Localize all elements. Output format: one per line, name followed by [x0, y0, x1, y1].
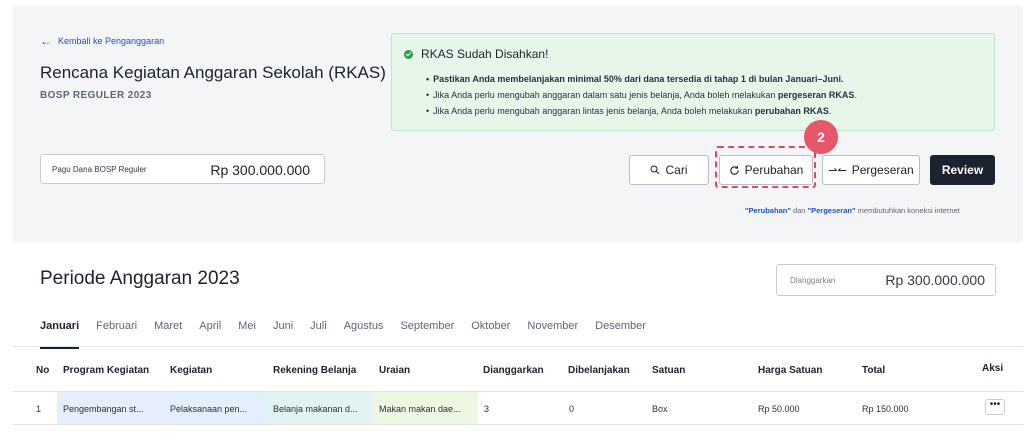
check-circle-icon [404, 49, 413, 59]
periode-title: Periode Anggaran 2023 [40, 268, 240, 289]
tab-agustus[interactable]: Agustus [344, 320, 384, 346]
cell-dibelanjakan: 0 [569, 404, 575, 414]
tab-juli[interactable]: Juli [310, 320, 327, 346]
header-program: Program Kegiatan [63, 365, 150, 376]
cell-no: 1 [36, 404, 42, 414]
tab-oktober[interactable]: Oktober [471, 320, 510, 346]
alert-item: Pastikan Anda membelanjakan minimal 50% … [426, 71, 857, 87]
tab-november[interactable]: November [527, 320, 578, 346]
pagu-value: Rp 300.000.000 [210, 162, 310, 178]
tab-maret[interactable]: Maret [154, 320, 182, 346]
alert-keyword: pergeseran RKAS [777, 90, 855, 100]
month-tabs: Januari Februari Maret April Mei Juni Ju… [40, 320, 663, 349]
row-actions-button[interactable]: ••• [985, 399, 1005, 415]
tab-april[interactable]: April [199, 320, 221, 346]
pagu-dana-box: Pagu Dana BOSP Reguler Rp 300.000.000 [40, 154, 325, 184]
note-rest: membutuhkan koneksi internet [855, 206, 960, 215]
header-dianggarkan: Dianggarkan [483, 365, 544, 376]
alert-list: Pastikan Anda membelanjakan minimal 50% … [426, 71, 857, 119]
dianggarkan-label: Dianggarkan [790, 276, 836, 285]
note-pergeseran: "Pergeseran" [807, 206, 856, 215]
page-subtitle: BOSP REGULER 2023 [40, 90, 152, 101]
success-alert: RKAS Sudah Disahkan! Pastikan Anda membe… [391, 33, 995, 131]
header-total: Total [862, 365, 886, 376]
search-button-label: Cari [665, 163, 688, 177]
alert-keyword: perubahan RKAS [754, 106, 829, 116]
step-badge: 2 [804, 120, 838, 154]
row-divider [13, 424, 1023, 425]
cell-satuan: Box [652, 404, 668, 414]
cell-program: Pengembangan st... [63, 404, 144, 414]
header-aksi: Aksi [982, 363, 1004, 374]
refresh-icon [729, 165, 739, 175]
review-button-label: Review [941, 163, 984, 177]
header-rekening: Rekening Belanja [273, 365, 357, 376]
cell-total: Rp 150.000 [862, 404, 909, 414]
cell-kegiatan: Pelaksanaan pen... [170, 404, 248, 414]
perubahan-button[interactable]: Perubahan [719, 155, 813, 185]
search-button[interactable]: Cari [629, 155, 709, 185]
swap-arrows-icon: ⇀↼ [828, 164, 847, 177]
header-harga: Harga Satuan [758, 365, 823, 376]
alert-item: Jika Anda perlu mengubah anggaran dalam … [426, 87, 857, 103]
cell-rekening: Belanja makanan d... [273, 404, 358, 414]
alert-title-text: RKAS Sudah Disahkan! [421, 47, 549, 61]
tab-februari[interactable]: Februari [96, 320, 137, 346]
note-perubahan: "Perubahan" [745, 206, 791, 215]
back-link[interactable]: ← Kembali ke Penganggaran [40, 33, 165, 48]
perubahan-button-label: Perubahan [744, 163, 804, 177]
back-link-label: Kembali ke Penganggaran [58, 36, 165, 46]
tab-desember[interactable]: Desember [595, 320, 646, 346]
tab-mei[interactable]: Mei [238, 320, 256, 346]
page-title: Rencana Kegiatan Anggaran Sekolah (RKAS) [40, 63, 386, 82]
alert-title: RKAS Sudah Disahkan! [404, 47, 548, 61]
note-dan: dan [790, 206, 808, 215]
header-satuan: Satuan [652, 365, 686, 376]
pergeseran-button[interactable]: ⇀↼ Pergeseran [822, 155, 920, 185]
tab-januari[interactable]: Januari [40, 320, 80, 349]
alert-item: Jika Anda perlu mengubah anggaran lintas… [426, 103, 857, 119]
cell-uraian: Makan makan dae... [379, 404, 461, 414]
arrow-left-icon: ← [40, 33, 52, 48]
tabs-divider [13, 346, 1023, 347]
header-dibelanjakan: Dibelanjakan [568, 365, 630, 376]
header-uraian: Uraian [379, 365, 411, 376]
tab-juni[interactable]: Juni [273, 320, 293, 346]
cell-dianggarkan: 3 [484, 404, 490, 414]
pergeseran-button-label: Pergeseran [851, 163, 914, 177]
pagu-label: Pagu Dana BOSP Reguler [52, 165, 147, 174]
header-kegiatan: Kegiatan [170, 365, 213, 376]
review-button[interactable]: Review [930, 155, 995, 185]
dianggarkan-box: Dianggarkan Rp 300.000.000 [776, 264, 996, 296]
connection-note: "Perubahan" dan "Pergeseran" membutuhkan… [745, 206, 960, 215]
header-no: No [36, 365, 50, 376]
search-icon [650, 165, 660, 175]
tab-september[interactable]: September [400, 320, 454, 346]
cell-harga: Rp 50.000 [758, 404, 800, 414]
dianggarkan-value: Rp 300.000.000 [885, 272, 985, 288]
